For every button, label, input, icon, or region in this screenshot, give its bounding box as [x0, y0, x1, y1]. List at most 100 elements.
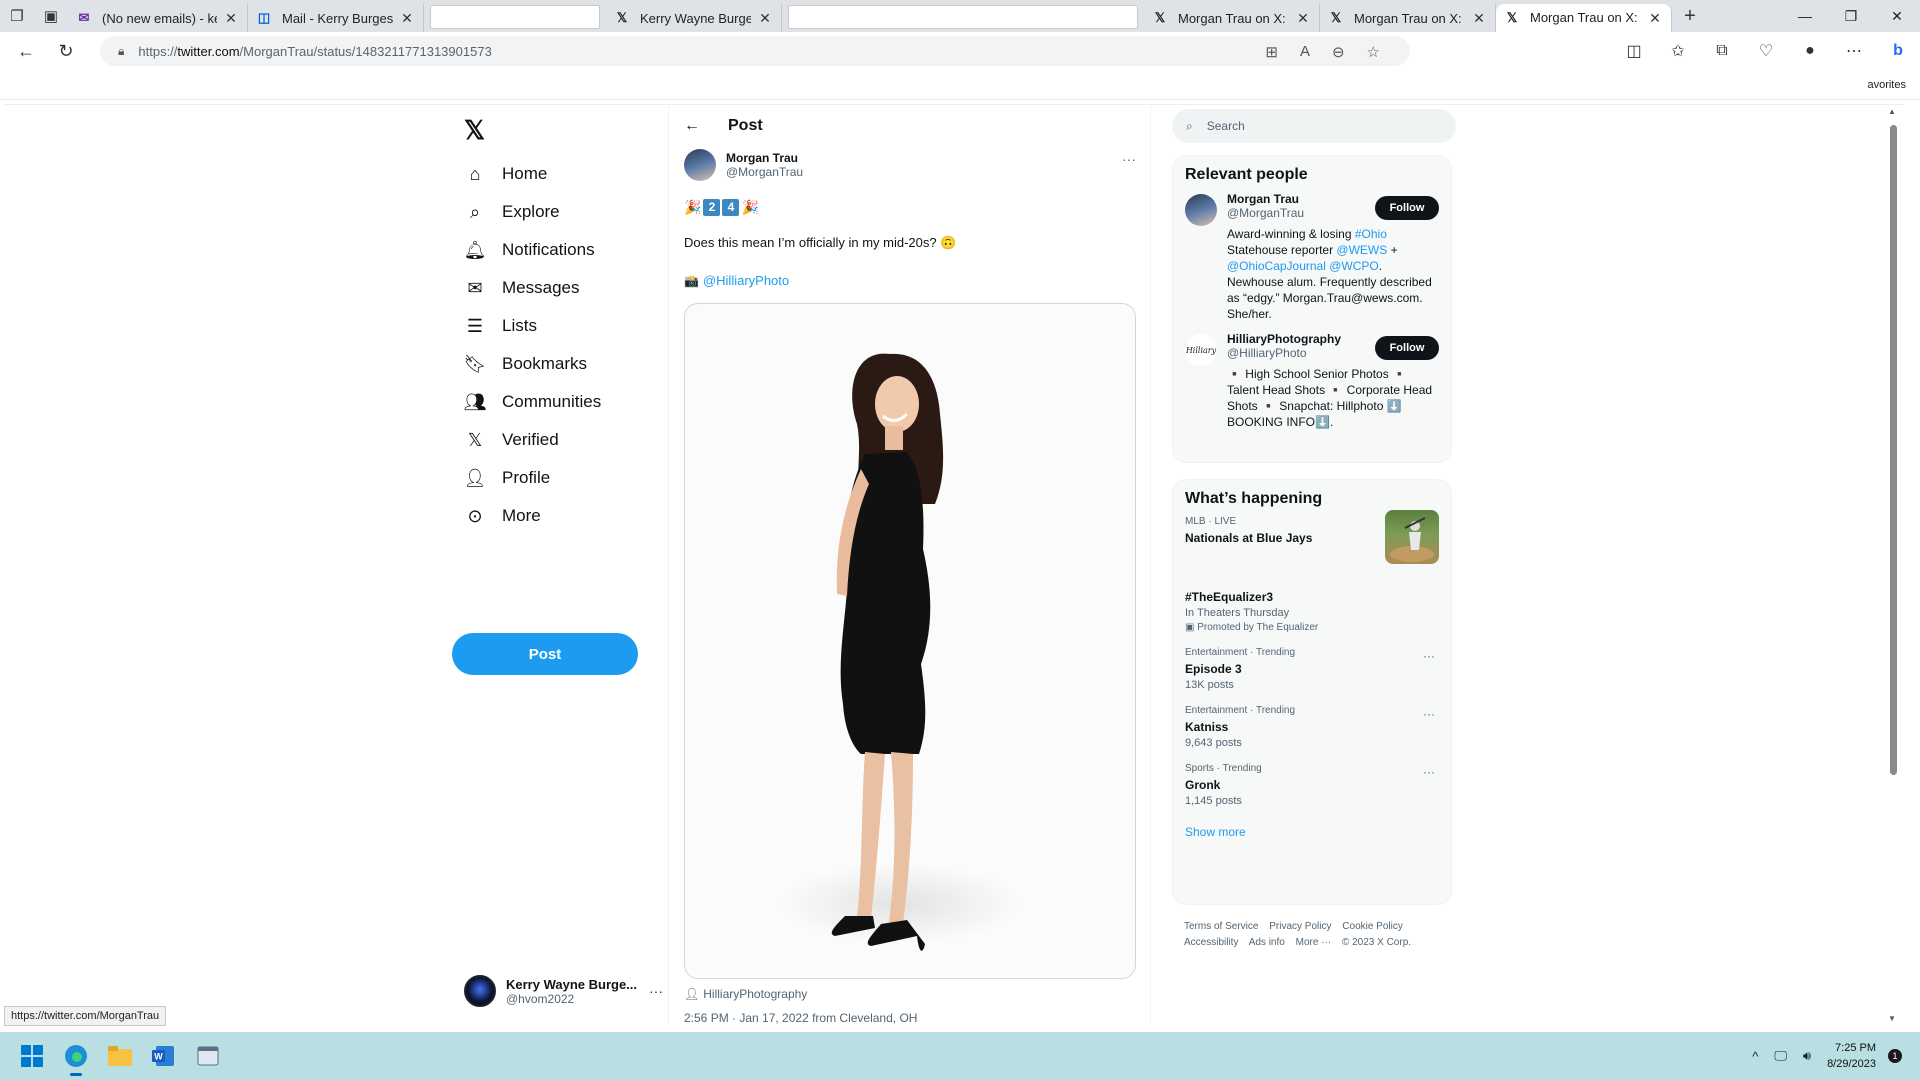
page-scrollbar[interactable]: ▲ ▼: [1888, 105, 1898, 1024]
photo-tag[interactable]: 👤︎ HilliaryPhotography: [684, 987, 807, 1001]
nav-item-lists[interactable]: ☰ Lists: [464, 311, 537, 341]
settings-more-icon[interactable]: ⋯: [1832, 41, 1876, 61]
back-arrow-icon[interactable]: ←: [684, 117, 700, 135]
tab-kerry-profile[interactable]: 𝕏 Kerry Wayne Burgess ✕: [606, 4, 782, 32]
footer-link[interactable]: Accessibility: [1184, 937, 1238, 948]
show-more-link[interactable]: Show more: [1173, 821, 1451, 853]
nav-item-bookmarks[interactable]: 🔖︎ Bookmarks: [464, 349, 587, 379]
trend-item[interactable]: Entertainment · Trending Episode 3 13K p…: [1173, 647, 1451, 691]
minimize-icon[interactable]: —: [1782, 0, 1828, 32]
author-handle[interactable]: @MorganTrau: [726, 165, 803, 179]
person-hilliary[interactable]: Hilliary HilliaryPhotography @HilliaryPh…: [1173, 332, 1451, 430]
trend-item-promoted[interactable]: #TheEqualizer3 In Theaters Thursday ▣ Pr…: [1173, 590, 1451, 633]
author-name[interactable]: Morgan Trau: [726, 151, 803, 165]
tab-morgan-active[interactable]: 𝕏 Morgan Trau on X: "🎉 ✕: [1496, 4, 1672, 32]
person-morgan[interactable]: Morgan Trau @MorganTrau Follow Award-win…: [1173, 192, 1451, 322]
app-available-icon[interactable]: ⊞: [1265, 43, 1278, 61]
profile-avatar-icon[interactable]: ●: [1788, 42, 1832, 60]
network-icon[interactable]: 🖵︎: [1774, 1048, 1787, 1064]
trend-item[interactable]: Entertainment · Trending Katniss 9,643 p…: [1173, 705, 1451, 749]
favorites-icon[interactable]: ✩: [1656, 41, 1700, 61]
footer-link[interactable]: Privacy Policy: [1269, 921, 1331, 932]
nav-item-profile[interactable]: 👤︎ Profile: [463, 463, 551, 493]
tab-morgan-1[interactable]: 𝕏 Morgan Trau on X: "D ✕: [1144, 4, 1320, 32]
tab-blank-1[interactable]: [430, 5, 600, 29]
person-bio: ▪️ High School Senior Photos ▪️ Talent H…: [1227, 367, 1433, 429]
close-tab-icon[interactable]: ✕: [399, 10, 415, 27]
nav-item-verified[interactable]: 𝕏 Verified: [464, 425, 559, 455]
refresh-icon[interactable]: ↻: [46, 32, 86, 70]
follow-button[interactable]: Follow: [1375, 196, 1439, 220]
close-tab-icon[interactable]: ✕: [1471, 10, 1487, 27]
restore-icon[interactable]: ❐: [1828, 0, 1874, 32]
search-input[interactable]: ⌕ Search: [1172, 109, 1456, 143]
trend-item[interactable]: Sports · Trending Gronk 1,145 posts ···: [1173, 763, 1451, 807]
nav-item-explore[interactable]: ⌕ Explore: [464, 197, 560, 227]
x-logo-icon: 𝕏: [467, 429, 483, 450]
chevron-up-icon[interactable]: ^: [1752, 1049, 1758, 1064]
clock[interactable]: 7:25 PM 8/29/2023: [1827, 1040, 1876, 1072]
close-tab-icon[interactable]: ✕: [1647, 10, 1663, 27]
tab-morgan-2[interactable]: 𝕏 Morgan Trau on X: "S ✕: [1320, 4, 1496, 32]
more-dots-icon[interactable]: ···: [1423, 649, 1435, 663]
tab-blank-2[interactable]: [788, 5, 1138, 29]
more-options-icon[interactable]: ···: [1122, 151, 1136, 167]
tab-actions-icon[interactable]: ▣: [34, 0, 68, 32]
more-dots-icon[interactable]: ···: [1423, 765, 1435, 779]
back-icon[interactable]: ←: [6, 32, 46, 70]
start-windows-icon[interactable]: [16, 1040, 48, 1072]
edge-browser-icon[interactable]: [60, 1040, 92, 1076]
close-tab-icon[interactable]: ✕: [1295, 10, 1311, 27]
avatar[interactable]: Hilliary: [1185, 334, 1217, 366]
x-logo-icon[interactable]: 𝕏: [464, 115, 485, 146]
volume-icon[interactable]: 🔊︎: [1803, 1048, 1811, 1064]
favorite-star-icon[interactable]: ☆: [1367, 43, 1380, 61]
nav-item-notifications[interactable]: 🔔︎ Notifications: [464, 235, 595, 265]
nav-item-communities[interactable]: 👥︎ Communities: [464, 387, 602, 417]
bing-copilot-icon[interactable]: b: [1876, 42, 1920, 60]
account-switcher[interactable]: Kerry Wayne Burge... @hvom2022 ···: [464, 975, 664, 1007]
avatar[interactable]: [1185, 194, 1217, 226]
more-dots-icon[interactable]: ···: [649, 983, 663, 999]
more-dots-icon[interactable]: ···: [1423, 707, 1435, 721]
x-icon: 𝕏: [1154, 10, 1166, 25]
workspaces-icon[interactable]: ❐: [0, 0, 34, 32]
trend-item[interactable]: MLB · LIVE Nationals at Blue Jays: [1173, 510, 1451, 576]
follow-button[interactable]: Follow: [1375, 336, 1439, 360]
tab-mail[interactable]: ✉ (No new emails) - ke ✕: [68, 4, 248, 32]
footer-link[interactable]: Cookie Policy: [1342, 921, 1403, 932]
collections-icon[interactable]: ⧉: [1700, 42, 1744, 60]
address-bar[interactable]: 🔒︎ https://twitter.com/MorganTrau/status…: [100, 36, 1410, 66]
footer-link[interactable]: Terms of Service: [1184, 921, 1258, 932]
favorites-folder[interactable]: avorites: [1867, 79, 1906, 91]
avatar[interactable]: [684, 149, 716, 181]
post-author[interactable]: Morgan Trau @MorganTrau: [684, 149, 803, 181]
word-icon[interactable]: W: [148, 1040, 180, 1072]
close-tab-icon[interactable]: ✕: [223, 10, 239, 27]
scroll-up-icon[interactable]: ▲: [1888, 107, 1896, 116]
post-button[interactable]: Post: [452, 633, 638, 675]
nav-item-more[interactable]: ⊙ More: [464, 501, 540, 531]
zoom-out-icon[interactable]: ⊖: [1332, 43, 1345, 61]
footer-link[interactable]: Ads info: [1249, 937, 1285, 948]
post-timestamp[interactable]: 2:56 PM · Jan 17, 2022 from Cleveland, O…: [684, 1011, 917, 1024]
close-window-icon[interactable]: ✕: [1874, 0, 1920, 32]
nav-item-home[interactable]: ⌂ Home: [464, 159, 548, 189]
read-aloud-icon[interactable]: A: [1300, 43, 1310, 61]
nav-item-messages[interactable]: ✉ Messages: [464, 273, 579, 303]
scrollbar-thumb[interactable]: [1890, 125, 1897, 775]
outlook-icon: ◫: [257, 10, 271, 25]
post-photo[interactable]: [684, 303, 1136, 979]
split-screen-icon[interactable]: ◫: [1612, 41, 1656, 61]
notification-badge[interactable]: 1: [1888, 1049, 1902, 1063]
file-explorer-icon[interactable]: [104, 1040, 136, 1072]
person-icon: 👤︎: [463, 467, 487, 488]
mention-link[interactable]: @HilliaryPhoto: [703, 273, 789, 288]
close-tab-icon[interactable]: ✕: [757, 10, 773, 27]
new-tab-icon[interactable]: +: [1672, 5, 1708, 28]
extensions-icon[interactable]: ♡: [1744, 41, 1788, 61]
footer-link[interactable]: More ···: [1296, 937, 1332, 948]
scroll-down-icon[interactable]: ▼: [1888, 1014, 1896, 1023]
app-window-icon[interactable]: [192, 1040, 224, 1072]
tab-outlook[interactable]: ◫ Mail - Kerry Burgess - ✕: [248, 4, 424, 32]
